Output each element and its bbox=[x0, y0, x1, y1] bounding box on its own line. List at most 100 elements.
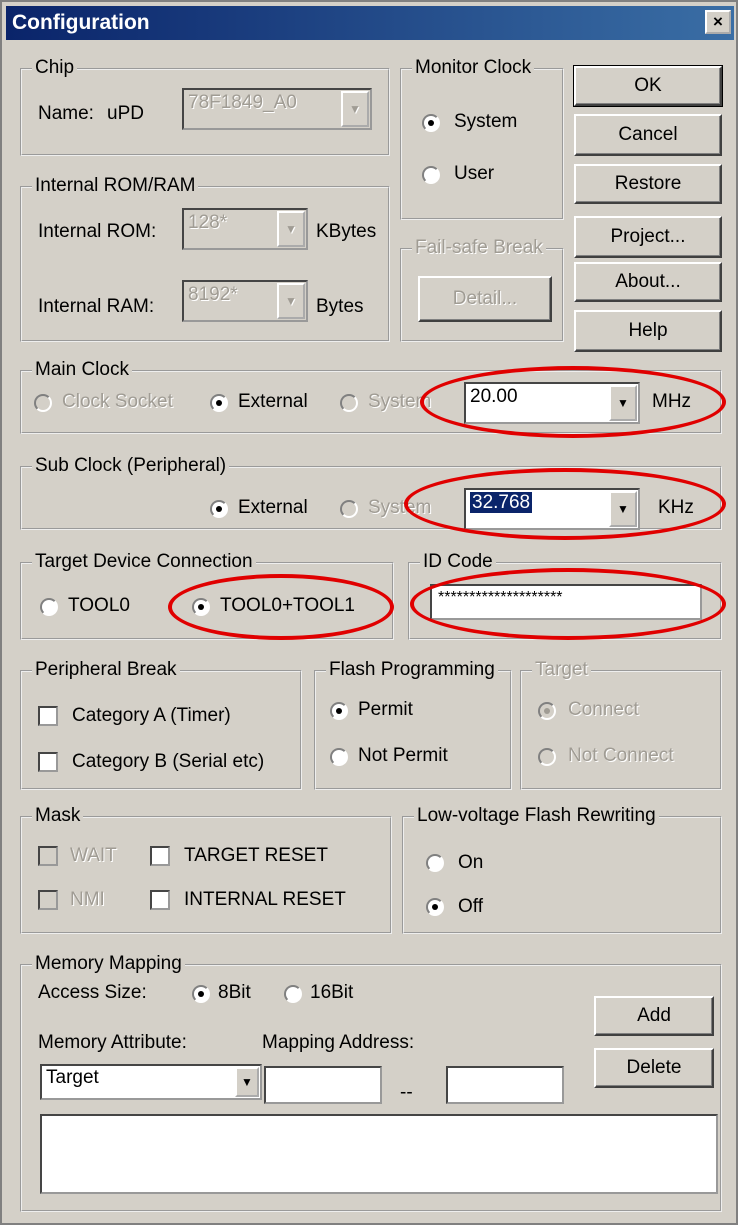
nmi-checkbox bbox=[38, 890, 58, 910]
mapping-address-separator: -- bbox=[400, 1082, 413, 1103]
title-bar[interactable]: Configuration × bbox=[6, 6, 734, 40]
target-group-label: Target bbox=[532, 659, 591, 681]
access-8bit-radio[interactable] bbox=[192, 985, 210, 1003]
target-connect-label: Connect bbox=[568, 699, 639, 720]
flash-not-permit-label: Not Permit bbox=[358, 745, 448, 766]
target-reset-label: TARGET RESET bbox=[184, 845, 328, 866]
sub-clock-external-radio[interactable] bbox=[210, 500, 228, 518]
memory-attribute-value: Target bbox=[46, 1067, 99, 1088]
monitor-clock-user-radio[interactable] bbox=[422, 166, 440, 184]
mask-group: Mask WAIT TARGET RESET NMI INTERNAL RESE… bbox=[20, 805, 392, 934]
access-size-label: Access Size: bbox=[38, 982, 147, 1003]
main-clock-external-label: External bbox=[238, 391, 308, 412]
ok-button[interactable]: OK bbox=[573, 65, 723, 107]
mask-group-label: Mask bbox=[32, 805, 84, 827]
sub-clock-external-label: External bbox=[238, 497, 308, 518]
tool0-label: TOOL0 bbox=[68, 595, 130, 616]
flash-not-permit-radio[interactable] bbox=[330, 748, 348, 766]
cancel-button[interactable]: Cancel bbox=[574, 114, 722, 156]
memory-mapping-list[interactable] bbox=[40, 1114, 718, 1194]
chip-name-prefix: uPD bbox=[107, 103, 144, 124]
chip-group: Chip Name: uPD 78F1849_A0 ▼ bbox=[20, 57, 390, 156]
project-button[interactable]: Project... bbox=[574, 216, 722, 258]
help-button[interactable]: Help bbox=[574, 310, 722, 352]
chevron-down-icon[interactable]: ▼ bbox=[235, 1067, 259, 1097]
restore-button[interactable]: Restore bbox=[574, 164, 722, 204]
flash-programming-group: Flash Programming Permit Not Permit bbox=[314, 659, 512, 790]
chip-name-value: 78F1849_A0 bbox=[188, 92, 297, 113]
target-group: Target Connect Not Connect bbox=[520, 659, 722, 790]
access-8bit-label: 8Bit bbox=[218, 982, 251, 1003]
access-16bit-label: 16Bit bbox=[310, 982, 354, 1003]
chip-name-combo: 78F1849_A0 ▼ bbox=[182, 88, 372, 130]
window-title: Configuration bbox=[12, 11, 150, 34]
about-button[interactable]: About... bbox=[574, 262, 722, 302]
add-button[interactable]: Add bbox=[594, 996, 714, 1036]
monitor-clock-system-radio[interactable] bbox=[422, 114, 440, 132]
flash-programming-group-label: Flash Programming bbox=[326, 659, 498, 681]
highlight-main-clock bbox=[420, 366, 726, 438]
flash-permit-label: Permit bbox=[358, 699, 413, 720]
rom-ram-group-label: Internal ROM/RAM bbox=[32, 175, 199, 197]
rom-combo: 128* ▼ bbox=[182, 208, 308, 250]
delete-button[interactable]: Delete bbox=[594, 1048, 714, 1088]
low-voltage-group: Low-voltage Flash Rewriting On Off bbox=[402, 805, 722, 934]
target-connection-group-label: Target Device Connection bbox=[32, 551, 256, 573]
low-voltage-off-radio[interactable] bbox=[426, 898, 444, 916]
chip-group-label: Chip bbox=[32, 57, 78, 79]
id-code-group-label: ID Code bbox=[420, 551, 496, 573]
fail-safe-group-label: Fail-safe Break bbox=[412, 237, 546, 259]
low-voltage-on-radio[interactable] bbox=[426, 854, 444, 872]
ram-unit: Bytes bbox=[316, 296, 364, 317]
rom-value: 128* bbox=[188, 212, 228, 233]
internal-reset-checkbox[interactable] bbox=[150, 890, 170, 910]
main-clock-socket-radio bbox=[34, 394, 52, 412]
memory-attribute-label: Memory Attribute: bbox=[38, 1032, 187, 1053]
monitor-clock-user-label: User bbox=[454, 163, 495, 184]
monitor-clock-group: Monitor Clock System User bbox=[400, 57, 564, 220]
fail-safe-group: Fail-safe Break Detail... bbox=[400, 237, 564, 342]
target-not-connect-label: Not Connect bbox=[568, 745, 674, 766]
monitor-clock-group-label: Monitor Clock bbox=[412, 57, 535, 79]
rom-ram-group: Internal ROM/RAM Internal ROM: 128* ▼ KB… bbox=[20, 175, 390, 342]
category-a-label: Category A (Timer) bbox=[72, 705, 231, 726]
chip-name-label: Name: bbox=[38, 103, 94, 124]
main-clock-system-radio bbox=[340, 394, 358, 412]
highlight-tool01 bbox=[168, 574, 394, 640]
chevron-down-icon: ▼ bbox=[277, 283, 305, 319]
sub-clock-group-label: Sub Clock (Peripheral) bbox=[32, 455, 230, 477]
ram-value: 8192* bbox=[188, 284, 238, 305]
mapping-address-end-input[interactable] bbox=[446, 1066, 564, 1104]
main-clock-socket-label: Clock Socket bbox=[62, 391, 173, 412]
category-b-label: Category B (Serial etc) bbox=[72, 751, 265, 772]
target-reset-checkbox[interactable] bbox=[150, 846, 170, 866]
internal-reset-label: INTERNAL RESET bbox=[184, 889, 346, 910]
peripheral-break-group: Peripheral Break Category A (Timer) Cate… bbox=[20, 659, 302, 790]
tool0-radio[interactable] bbox=[40, 598, 58, 616]
main-clock-group-label: Main Clock bbox=[32, 359, 132, 381]
chevron-down-icon: ▼ bbox=[341, 91, 369, 127]
ram-combo: 8192* ▼ bbox=[182, 280, 308, 322]
configuration-dialog: Configuration × Chip Name: uPD 78F1849_A… bbox=[0, 0, 738, 1225]
category-b-checkbox[interactable] bbox=[38, 752, 58, 772]
monitor-clock-system-label: System bbox=[454, 111, 518, 132]
target-not-connect-radio bbox=[538, 748, 556, 766]
category-a-checkbox[interactable] bbox=[38, 706, 58, 726]
low-voltage-off-label: Off bbox=[458, 896, 483, 917]
rom-unit: KBytes bbox=[316, 221, 377, 242]
main-clock-external-radio[interactable] bbox=[210, 394, 228, 412]
wait-checkbox bbox=[38, 846, 58, 866]
nmi-label: NMI bbox=[70, 889, 105, 910]
close-icon[interactable]: × bbox=[705, 10, 731, 34]
low-voltage-on-label: On bbox=[458, 852, 484, 873]
flash-permit-radio[interactable] bbox=[330, 702, 348, 720]
target-connect-radio bbox=[538, 702, 556, 720]
access-16bit-radio[interactable] bbox=[284, 985, 302, 1003]
mapping-address-label: Mapping Address: bbox=[262, 1032, 415, 1053]
detail-button: Detail... bbox=[418, 276, 552, 322]
memory-attribute-combo[interactable]: Target ▼ bbox=[40, 1064, 262, 1100]
memory-mapping-group-label: Memory Mapping bbox=[32, 953, 185, 975]
low-voltage-group-label: Low-voltage Flash Rewriting bbox=[414, 805, 659, 827]
mapping-address-start-input[interactable] bbox=[264, 1066, 382, 1104]
chevron-down-icon: ▼ bbox=[277, 211, 305, 247]
